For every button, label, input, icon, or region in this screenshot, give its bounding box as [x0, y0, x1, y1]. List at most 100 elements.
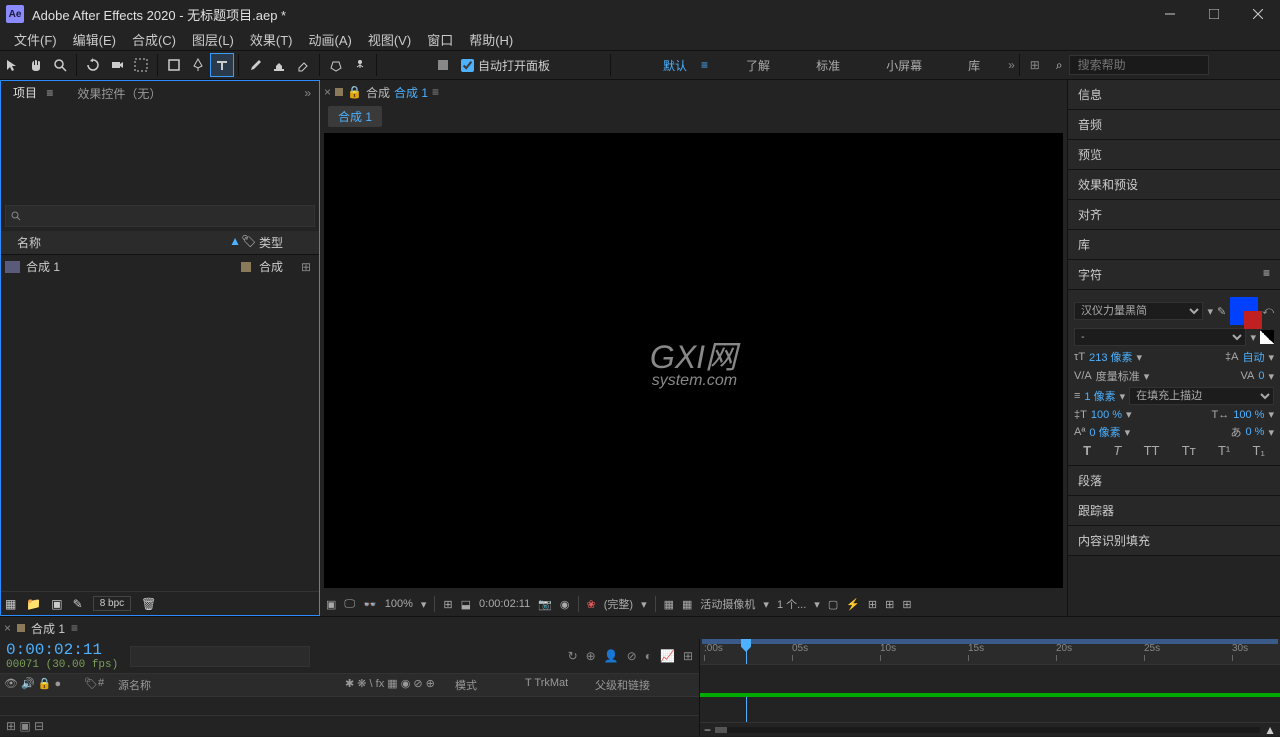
vscale-value[interactable]: 100 % [1091, 409, 1122, 421]
panel-effects-presets[interactable]: 效果和预设 [1068, 170, 1280, 200]
menu-composition[interactable]: 合成(C) [124, 28, 184, 51]
allcaps-button[interactable]: TT [1144, 443, 1160, 458]
search-help-input[interactable] [1069, 55, 1209, 75]
pixel-aspect-icon[interactable]: ▢ [828, 598, 838, 611]
bold-button[interactable]: T [1083, 443, 1091, 458]
timeline-icon[interactable]: ⊞ [868, 598, 877, 611]
font-family-select[interactable]: 汉仪力量黑简 [1074, 302, 1203, 320]
tl-icon-mb[interactable]: ◐ [645, 649, 652, 663]
channel-icon[interactable]: ❀ [587, 598, 596, 611]
res-down-icon[interactable]: ⬓ [461, 598, 471, 611]
roto-tool[interactable] [325, 54, 347, 76]
sort-arrow-icon[interactable]: ▲ [229, 234, 241, 251]
panel-overflow-icon[interactable]: » [296, 86, 319, 100]
col-label-icon[interactable]: 🏷 [241, 234, 259, 251]
baseline-value[interactable]: 0 像素 [1089, 424, 1120, 440]
resolution-dropdown[interactable]: (完整) [604, 596, 633, 612]
viewer-monitor-icon[interactable]: 🖵 [344, 598, 355, 611]
tools-icon[interactable]: ⊞ [1024, 58, 1046, 72]
panel-content-aware[interactable]: 内容识别填充 [1068, 526, 1280, 556]
render-icon[interactable]: ⊞ [902, 598, 911, 611]
eraser-tool[interactable] [292, 54, 314, 76]
workspace-learn[interactable]: 了解 [738, 53, 778, 78]
tl-icon-2[interactable]: ⊕ [586, 649, 596, 663]
comp-tab-close-icon[interactable]: × [324, 85, 331, 99]
tracking-value[interactable]: 0 [1258, 370, 1264, 382]
panel-preview[interactable]: 预览 [1068, 140, 1280, 170]
show-snapshot-icon[interactable]: ◉ [560, 598, 570, 611]
fast-preview-icon[interactable]: ⚡ [846, 598, 860, 611]
orbit-tool[interactable] [82, 54, 104, 76]
zoom-in-icon[interactable]: ▲ [1260, 723, 1280, 737]
pen-tool[interactable] [187, 54, 209, 76]
snap-icon[interactable] [432, 54, 454, 76]
timeline-search-input[interactable] [130, 646, 310, 667]
time-ruler[interactable]: :00s 05s 10s 15s 20s 25s 30s [700, 639, 1280, 665]
timeline-tab-name[interactable]: 合成 1 [31, 620, 65, 637]
tl-col-source[interactable]: 源名称 [112, 677, 345, 693]
snapshot-icon[interactable]: 📷 [538, 598, 552, 611]
camera-tool[interactable] [106, 54, 128, 76]
flowchart-icon2[interactable]: ⊞ [885, 598, 894, 611]
lock-icon[interactable]: 🔒 [347, 85, 362, 99]
timeline-tab-menu-icon[interactable]: ≡ [71, 621, 78, 635]
tl-col-mode[interactable]: 模式 [455, 677, 525, 693]
workspace-menu-icon[interactable]: ≡ [701, 58, 708, 72]
project-search-input[interactable] [5, 205, 315, 227]
timeline-tab-close-icon[interactable]: × [4, 621, 11, 635]
menu-edit[interactable]: 编辑(E) [65, 28, 124, 51]
hscale-value[interactable]: 100 % [1233, 409, 1264, 421]
panel-align[interactable]: 对齐 [1068, 200, 1280, 230]
viewer-toggle-alpha-icon[interactable]: ▣ [326, 598, 336, 611]
playhead[interactable] [746, 639, 747, 664]
panel-info[interactable]: 信息 [1068, 80, 1280, 110]
viewer[interactable]: GXI网 system.com [324, 133, 1063, 588]
workspace-library[interactable]: 库 [960, 53, 988, 78]
panel-audio[interactable]: 音频 [1068, 110, 1280, 140]
kerning-value[interactable]: 度量标准 [1096, 368, 1140, 384]
stroke-width-value[interactable]: 1 像素 [1084, 388, 1115, 404]
subscript-button[interactable]: T₁ [1253, 443, 1265, 458]
resolution-icon[interactable]: ⊞ [443, 598, 452, 611]
close-button[interactable] [1236, 0, 1280, 28]
superscript-button[interactable]: T¹ [1218, 443, 1230, 458]
zoom-tool[interactable] [49, 54, 71, 76]
italic-button[interactable]: T [1113, 443, 1121, 458]
workspace-small[interactable]: 小屏幕 [878, 53, 930, 78]
workspace-standard[interactable]: 标准 [808, 53, 848, 78]
menu-layer[interactable]: 图层(L) [184, 28, 242, 51]
swap-colors-icon[interactable] [1260, 330, 1274, 344]
smallcaps-button[interactable]: Tᴛ [1182, 443, 1196, 458]
flowchart-icon[interactable]: ⊞ [301, 260, 315, 274]
tl-icon-graph[interactable]: 📈 [660, 649, 675, 663]
project-row-comp[interactable]: 合成 1 合成 ⊞ [1, 255, 319, 278]
tl-icon-snap[interactable]: ⊞ [683, 649, 693, 663]
eyedropper-icon[interactable]: ✎ [1217, 305, 1226, 318]
col-name[interactable]: 名称 [5, 234, 229, 251]
brush-tool[interactable] [244, 54, 266, 76]
tl-footer-toggle-icon[interactable]: ⊞ ▣ ⊟ [6, 719, 44, 733]
panel-character-header[interactable]: 字符≡ [1068, 260, 1280, 290]
new-comp-icon[interactable]: ▣ [51, 597, 62, 611]
workspace-overflow-icon[interactable]: » [1008, 58, 1015, 72]
type-tool[interactable] [211, 54, 233, 76]
no-color-icon[interactable]: ⤺ [1262, 305, 1274, 318]
interpret-icon[interactable]: ▦ [5, 597, 16, 611]
workspace-default[interactable]: 默认 [655, 53, 695, 78]
tsume-value[interactable]: 0 % [1246, 426, 1265, 438]
camera-dropdown[interactable]: 活动摄像机 [700, 596, 755, 612]
panel-tracker[interactable]: 跟踪器 [1068, 496, 1280, 526]
hand-tool[interactable] [25, 54, 47, 76]
col-type[interactable]: 类型 [259, 234, 315, 251]
tl-icon-shy[interactable]: 👤 [604, 649, 619, 663]
new-folder-icon[interactable]: 📁 [26, 597, 41, 611]
bpc-toggle[interactable]: 8 bpc [93, 596, 131, 611]
adjust-icon[interactable]: ✎ [73, 597, 83, 611]
grid-icon[interactable]: ▦ [682, 598, 692, 611]
menu-animation[interactable]: 动画(A) [301, 28, 360, 51]
char-panel-menu-icon[interactable]: ≡ [1263, 266, 1270, 283]
label-color-swatch[interactable] [241, 262, 251, 272]
panel-library[interactable]: 库 [1068, 230, 1280, 260]
minimize-button[interactable] [1148, 0, 1192, 28]
stroke-mode-select[interactable]: 在填充上描边 [1129, 387, 1274, 405]
